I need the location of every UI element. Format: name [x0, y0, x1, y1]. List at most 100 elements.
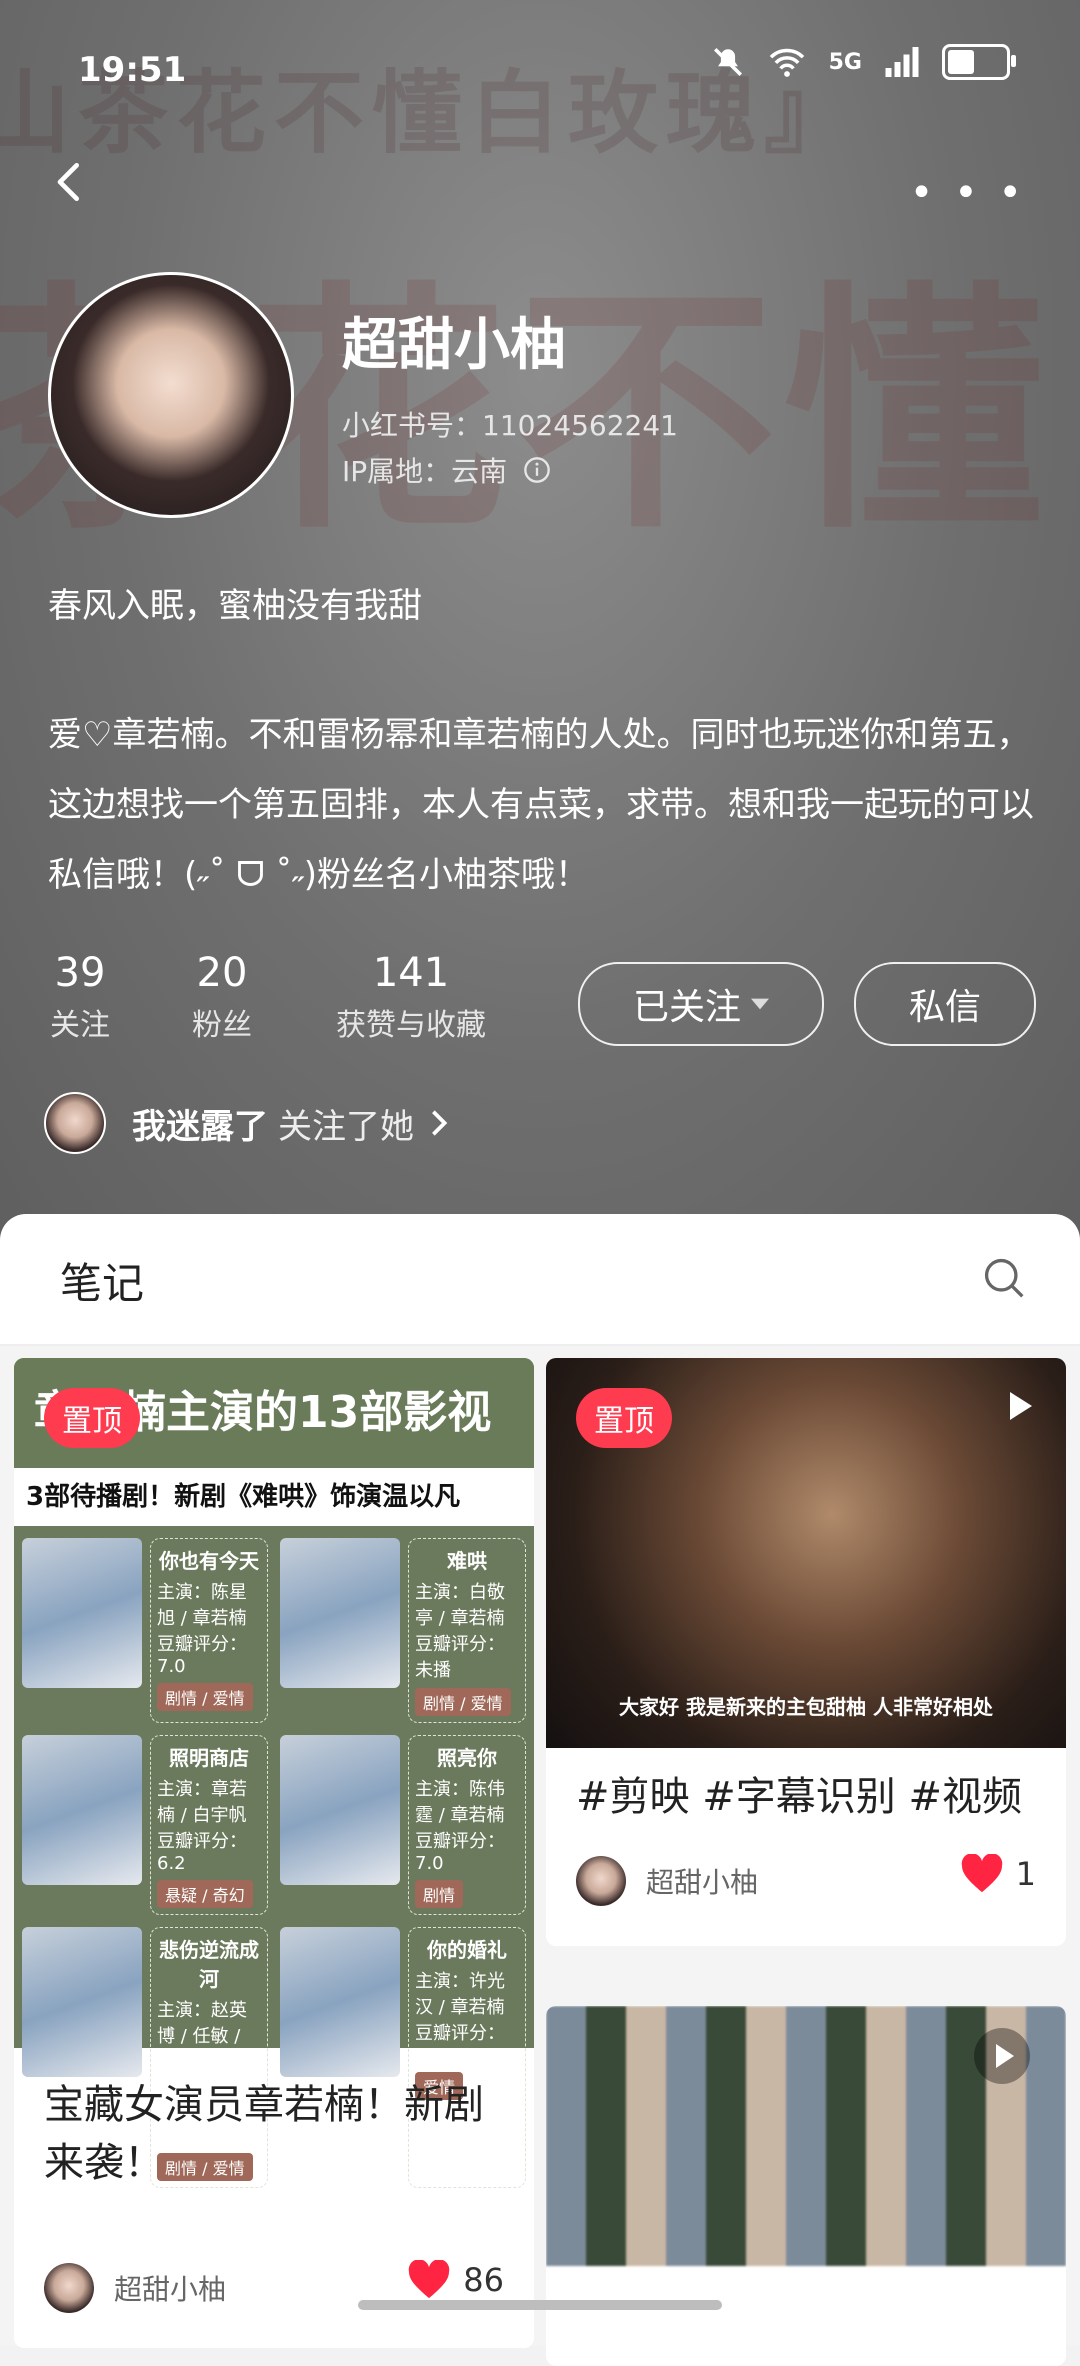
profile-avatar[interactable]: [48, 272, 294, 518]
notes-panel: 笔记 章若楠主演的13部影视 3部待播剧！新剧《难哄》饰演温以凡 你也有今天 主…: [0, 1214, 1080, 2366]
poster-item-score: 豆瓣评分：7.0: [157, 1634, 247, 1677]
poster-item-cast: 主演：许光汉 / 章若楠: [415, 1971, 505, 2018]
note-card-3[interactable]: [546, 2006, 1066, 2366]
info-icon[interactable]: [523, 456, 551, 484]
poster-item-tag: 剧情: [415, 1880, 464, 1908]
notes-feed: 章若楠主演的13部影视 3部待播剧！新剧《难哄》饰演温以凡 你也有今天 主演：陈…: [0, 1346, 1080, 2366]
card-1-likes[interactable]: 86: [407, 2260, 504, 2300]
poster-item-cast: 主演：陈星旭 / 章若楠: [157, 1582, 247, 1629]
author-name: 超甜小柚: [114, 2273, 227, 2306]
stat-followers-num: 20: [196, 950, 248, 996]
video-caption: 大家好 我是新来的主包甜柚 人非常好相处: [619, 1695, 993, 1719]
poster-item-2: 难哄 主演：白敬亭 / 章若楠 豆瓣评分：未播 剧情 / 爱情: [280, 1538, 526, 1723]
poster-photo: [22, 1735, 142, 1885]
stat-likes-num: 141: [372, 950, 450, 996]
profile-bio: 爱♡章若楠。不和雷杨幂和章若楠的人处。同时也玩迷你和第五，这边想找一个第五固排，…: [48, 715, 1034, 895]
followed-button[interactable]: 已关注: [578, 962, 824, 1046]
poster-item-cast: 主演：陈伟霆 / 章若楠: [415, 1779, 505, 1826]
battery-icon: [942, 44, 1016, 80]
network-label: 5G: [828, 49, 862, 75]
status-time: 19:51: [78, 50, 187, 90]
play-icon: [974, 2028, 1030, 2084]
wifi-icon: [769, 48, 804, 77]
tab-notes[interactable]: 笔记: [60, 1250, 144, 1311]
poster-item-1: 你也有今天 主演：陈星旭 / 章若楠 豆瓣评分：7.0 剧情 / 爱情: [22, 1538, 268, 1723]
stat-following-num: 39: [54, 950, 106, 996]
like-count: 86: [463, 2261, 504, 2299]
poster-item-title: 你也有今天: [159, 1549, 259, 1573]
heart-icon: [961, 1854, 1002, 1893]
profile-tagline: 春风入眠，蜜柚没有我甜: [48, 586, 422, 626]
poster-item-title: 照亮你: [437, 1746, 497, 1770]
card-1-author[interactable]: 超甜小柚: [44, 2263, 226, 2313]
profile-header: 山茶花不懂白玫瑰』 茶花不懂 19:51 5G • • • 超甜小柚 小红书号：…: [0, 0, 1080, 1240]
card-1-title: 宝藏女演员章若楠！新剧来袭！: [44, 2082, 484, 2186]
poster-item-info: 你也有今天 主演：陈星旭 / 章若楠 豆瓣评分：7.0 剧情 / 爱情: [150, 1538, 268, 1723]
card-2-likes[interactable]: 1: [960, 1854, 1036, 1894]
author-avatar: [44, 2263, 94, 2313]
poster-photo: [280, 1927, 400, 2077]
card-1-poster: 章若楠主演的13部影视 3部待播剧！新剧《难哄》饰演温以凡 你也有今天 主演：陈…: [14, 1358, 534, 2188]
poster-item-info: 难哄 主演：白敬亭 / 章若楠 豆瓣评分：未播 剧情 / 爱情: [408, 1538, 526, 1723]
like-count: 1: [1015, 1855, 1036, 1893]
poster-item-info: 照亮你 主演：陈伟霆 / 章若楠 豆瓣评分：7.0 剧情: [408, 1735, 526, 1915]
poster-item-score: 豆瓣评分：6.2: [157, 1831, 247, 1874]
note-card-1[interactable]: 章若楠主演的13部影视 3部待播剧！新剧《难哄》饰演温以凡 你也有今天 主演：陈…: [14, 1358, 534, 2348]
author-avatar: [576, 1856, 626, 1906]
home-indicator[interactable]: [358, 2300, 722, 2310]
poster-item-title: 难哄: [447, 1549, 487, 1573]
poster-item-score: 豆瓣评分：未播: [415, 1634, 505, 1681]
mutual-name: 我迷露了: [132, 1106, 268, 1147]
more-options-icon[interactable]: • • •: [910, 170, 1026, 216]
poster-item-score: 豆瓣评分：4.7: [415, 2023, 505, 2066]
play-icon: [1010, 1392, 1032, 1420]
mutual-follow-row[interactable]: 我迷露了 关注了她: [44, 1092, 450, 1154]
poster-item-tag: 悬疑 / 奇幻: [157, 1880, 253, 1908]
chevron-right-icon: [432, 1110, 448, 1136]
status-icons: 5G: [711, 44, 1016, 80]
followed-button-label: 已关注: [632, 987, 741, 1028]
poster-item-cast: 主演：白敬亭 / 章若楠: [415, 1582, 505, 1629]
signal-icon: [885, 47, 919, 77]
pinned-badge: 置顶: [44, 1388, 140, 1448]
poster-item-tag: 剧情 / 爱情: [415, 1688, 511, 1716]
ip-location-row: IP属地：云南: [342, 450, 551, 490]
mutual-avatar: [44, 1092, 106, 1154]
poster-item-cast: 主演：章若楠 / 白宇帆: [157, 1779, 247, 1826]
poster-item-title: 照明商店: [169, 1746, 249, 1770]
poster-photo: [280, 1735, 400, 1885]
stat-following-label: 关注: [50, 1008, 110, 1043]
mutual-text: 关注了她: [278, 1106, 414, 1147]
mute-icon: [713, 47, 742, 77]
card-2-footer: 超甜小柚 1: [546, 1826, 1066, 1946]
ip-location: IP属地：云南: [342, 455, 508, 488]
note-card-2[interactable]: 大家好 我是新来的主包甜柚 人非常好相处 置顶 #剪映 #字幕识别 #视频剪辑 …: [546, 1358, 1066, 1838]
poster-photo: [22, 1927, 142, 2077]
stat-likes-label: 获赞与收藏: [336, 1008, 486, 1043]
poster-item-title: 悲伤逆流成河: [159, 1938, 259, 1991]
poster-photo: [280, 1538, 400, 1688]
poster-item-title: 你的婚礼: [427, 1938, 507, 1962]
heart-icon: [409, 2260, 450, 2299]
message-button[interactable]: 私信: [854, 962, 1036, 1046]
red-id[interactable]: 小红书号：11024562241: [342, 404, 678, 444]
back-icon[interactable]: [50, 162, 90, 202]
card-2-author[interactable]: 超甜小柚: [576, 1856, 758, 1906]
poster-item-score: 豆瓣评分：7.0: [415, 1831, 505, 1874]
stat-followers[interactable]: 20 粉丝: [182, 950, 262, 1044]
stat-likes[interactable]: 141 获赞与收藏: [326, 950, 496, 1044]
stat-following[interactable]: 39 关注: [40, 950, 120, 1044]
search-icon[interactable]: [982, 1256, 1026, 1300]
poster-item-4: 照亮你 主演：陈伟霆 / 章若楠 豆瓣评分：7.0 剧情: [280, 1735, 526, 1915]
poster-grid: 你也有今天 主演：陈星旭 / 章若楠 豆瓣评分：7.0 剧情 / 爱情 难哄 主…: [22, 1538, 526, 2188]
author-name: 超甜小柚: [646, 1866, 759, 1899]
dropdown-icon: [751, 998, 769, 1010]
stat-followers-label: 粉丝: [192, 1008, 252, 1043]
poster-item-info: 照明商店 主演：章若楠 / 白宇帆 豆瓣评分：6.2 悬疑 / 奇幻: [150, 1735, 268, 1915]
poster-item-3: 照明商店 主演：章若楠 / 白宇帆 豆瓣评分：6.2 悬疑 / 奇幻: [22, 1735, 268, 1915]
profile-name: 超甜小柚: [342, 313, 566, 378]
poster-item-tag: 剧情 / 爱情: [157, 1683, 253, 1711]
pinned-badge: 置顶: [576, 1388, 672, 1448]
poster-strip: 3部待播剧！新剧《难哄》饰演温以凡: [14, 1468, 534, 1526]
poster-photo: [22, 1538, 142, 1688]
